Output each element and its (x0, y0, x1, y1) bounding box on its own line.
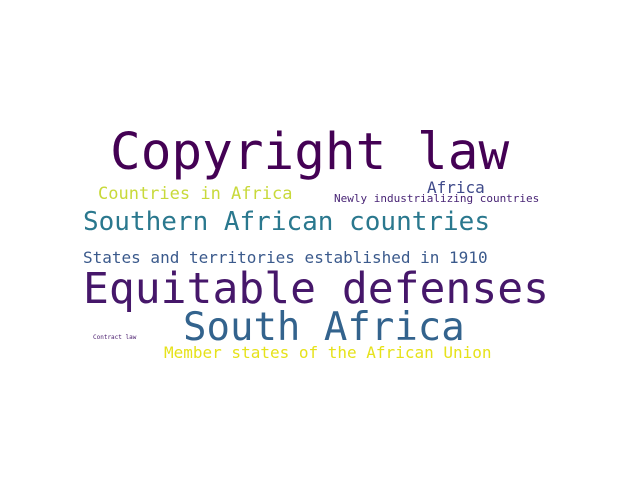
word-member-states-african-union: Member states of the African Union (164, 343, 492, 362)
word-newly-industrializing-countries: Newly industrializing countries (334, 192, 540, 205)
word-contract-law: Contract law (93, 334, 137, 341)
word-cloud: Copyright law Countries in Africa Africa… (0, 0, 640, 480)
word-south-africa: South Africa (183, 305, 465, 350)
word-countries-in-africa: Countries in Africa (98, 184, 293, 204)
word-copyright-law: Copyright law (110, 123, 510, 182)
word-southern-african-countries: Southern African countries (83, 207, 490, 237)
